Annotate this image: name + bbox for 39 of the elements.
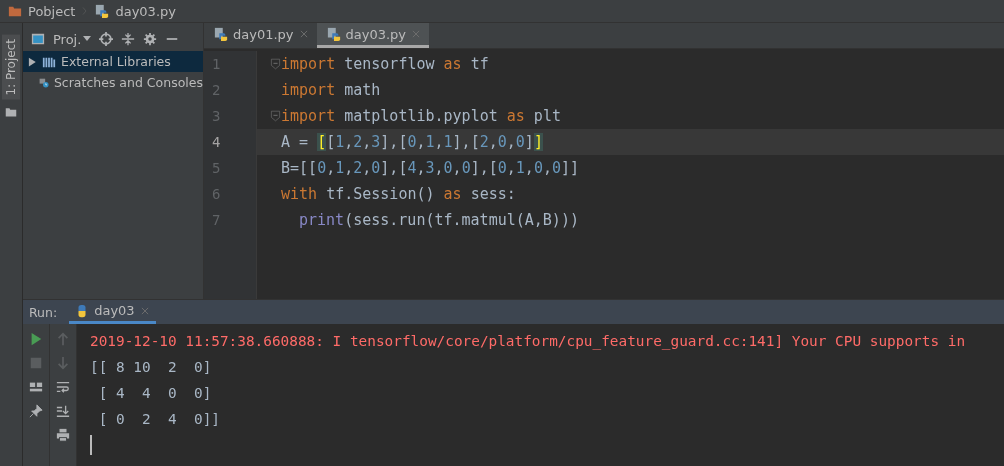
- code-line: print(sess.run(tf.matmul(A,B))): [298, 211, 579, 229]
- soft-wrap-icon[interactable]: [56, 380, 70, 394]
- code-line: import tensorflow as tf: [281, 55, 489, 73]
- layout-icon[interactable]: [29, 380, 43, 394]
- text-cursor: [90, 435, 92, 455]
- view-dropdown[interactable]: Proj.: [53, 31, 92, 47]
- log-message: 2019-12-10 11:57:38.660888: I tensorflow/core/platform/cpu_feature_guard.cc:141] Your CPU supports in: [90, 332, 967, 352]
- run-label: Run:: [29, 304, 58, 320]
- folder-icon: [8, 4, 22, 18]
- python-file-icon: [214, 27, 228, 41]
- editor-tab[interactable]: day03.py: [316, 23, 430, 48]
- breadcrumb-item[interactable]: Pobject: [28, 3, 76, 19]
- crosshair-icon[interactable]: [99, 32, 114, 46]
- python-file-icon: [326, 27, 341, 41]
- print-icon[interactable]: [56, 428, 70, 442]
- code-line: import matplotlib.pyplot as plt: [281, 107, 561, 125]
- folder-icon: [5, 105, 17, 118]
- output-line: [ 0 2 4 0]]: [97, 410, 221, 429]
- expander-icon[interactable]: [27, 56, 37, 67]
- pin-icon[interactable]: [29, 404, 43, 418]
- code-line: import math: [281, 81, 381, 99]
- line-number: 4: [211, 133, 222, 152]
- settings-icon[interactable]: [143, 32, 158, 46]
- run-tab[interactable]: day03: [69, 300, 156, 324]
- collapse-icon[interactable]: [121, 32, 136, 46]
- breadcrumb-item[interactable]: day03.py: [115, 3, 176, 19]
- caret-icon: [83, 36, 92, 42]
- tree-item[interactable]: Scratches and Consoles: [23, 72, 203, 93]
- code-line: with tf.Session() as sess:: [281, 185, 516, 203]
- output-line: [[ 8 10 2 0]: [90, 358, 213, 377]
- code-line: B=[[0,1,2,0],[4,3,0,0],[0,1,0,0]]: [281, 159, 580, 177]
- project-tool-tab[interactable]: 1: Project: [2, 35, 20, 100]
- tree-item[interactable]: External Libraries: [23, 51, 203, 72]
- scroll-to-end-icon[interactable]: [56, 404, 70, 418]
- python-file-icon: [95, 4, 110, 18]
- window-icon: [31, 32, 45, 46]
- code-line: A = [[1,2,3],[0,1,1],[2,0,0]]: [281, 133, 543, 151]
- play-icon[interactable]: [29, 332, 43, 346]
- output-line: [ 4 4 0 0]: [97, 384, 213, 403]
